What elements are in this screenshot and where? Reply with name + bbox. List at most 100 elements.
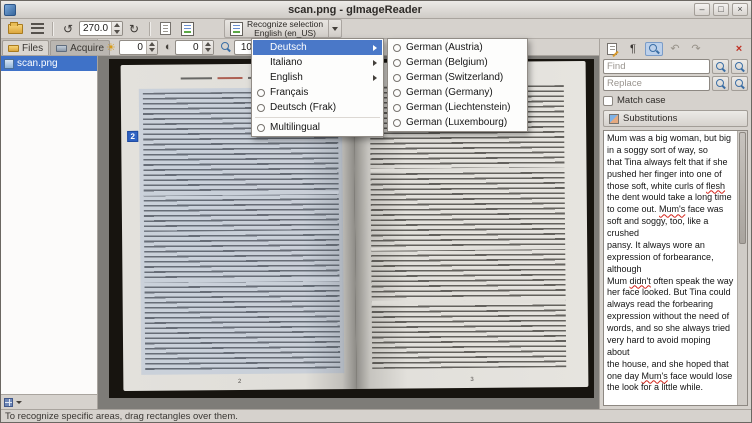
- insert-mode-button[interactable]: [603, 42, 621, 56]
- recognize-label: Recognize selection English (en_US): [247, 20, 323, 38]
- replace-all-button[interactable]: [731, 76, 748, 91]
- window-title: scan.png - gImageReader: [19, 4, 691, 16]
- open-button[interactable]: [4, 20, 26, 38]
- page-number: 3: [356, 376, 589, 384]
- ocr-output-area[interactable]: Mum was a big woman, but big in a soggy …: [603, 130, 748, 406]
- sources-pane: Files Acquire scan.png: [1, 39, 98, 409]
- scanner-icon: [56, 45, 67, 52]
- rotate-right-icon: ↻: [129, 22, 139, 36]
- contrast-control: ◐ 0: [165, 40, 214, 55]
- menu-item-label: Multilingual: [270, 122, 377, 133]
- open-folder-icon: [8, 24, 23, 34]
- menu-gutter: [393, 104, 406, 112]
- substitutions-button[interactable]: Substitutions: [603, 110, 748, 127]
- file-list[interactable]: scan.png: [1, 56, 97, 394]
- tab-files[interactable]: Files: [2, 40, 49, 55]
- brightness-stepper[interactable]: [146, 41, 157, 54]
- recognize-button[interactable]: Recognize selection English (en_US): [224, 19, 329, 38]
- brightness-control: ☀ 0: [106, 40, 158, 55]
- ocr-mode-button[interactable]: [176, 20, 198, 38]
- contrast-stepper[interactable]: [202, 41, 213, 54]
- rotate-right-button[interactable]: ↻: [123, 20, 145, 38]
- rotation-step-down[interactable]: [112, 29, 122, 36]
- region-marker[interactable]: 2: [127, 131, 138, 142]
- menu-gutter: [257, 104, 270, 112]
- replace-button[interactable]: [712, 76, 729, 91]
- brightness-icon: ☀: [106, 41, 116, 54]
- submenu-arrow-icon: [373, 60, 377, 66]
- menu-gutter: [393, 74, 406, 82]
- recognize-icon: [230, 22, 243, 36]
- add-images-icon[interactable]: [4, 398, 13, 407]
- status-bar: To recognize specific areas, drag rectan…: [1, 409, 751, 422]
- undo-button[interactable]: ↶: [666, 42, 684, 56]
- scrollbar-thumb[interactable]: [739, 132, 746, 244]
- find-input[interactable]: [603, 59, 710, 74]
- chevron-down-icon: [332, 27, 338, 31]
- insert-mode-icon: [607, 43, 617, 55]
- contrast-value: 0: [176, 41, 202, 54]
- menu-item-english[interactable]: English: [253, 70, 382, 85]
- menu-item-label: German (Germany): [406, 87, 521, 98]
- submenu-item-german-austria[interactable]: German (Austria): [389, 40, 526, 55]
- find-replace-toggle-button[interactable]: [645, 42, 663, 56]
- menu-gutter: [257, 89, 270, 97]
- recognize-language-dropdown-button[interactable]: [329, 19, 342, 38]
- submenu-item-german-liechtenstein[interactable]: German (Liechtenstein): [389, 100, 526, 115]
- output-scrollbar[interactable]: [737, 131, 747, 405]
- folder-icon: [8, 45, 19, 52]
- contrast-step-down[interactable]: [203, 47, 213, 54]
- menu-item-deutsch[interactable]: Deutsch: [253, 40, 382, 55]
- menu-item-label: German (Belgium): [406, 57, 521, 68]
- menu-item-label: English: [270, 72, 373, 83]
- radio-icon: [393, 104, 401, 112]
- menu-item-italiano[interactable]: Italiano: [253, 55, 382, 70]
- minimize-button[interactable]: –: [694, 3, 710, 16]
- app-window: scan.png - gImageReader – □ × ↺ 270.0 ↻: [0, 0, 752, 423]
- maximize-button[interactable]: □: [713, 3, 729, 16]
- rotate-left-button[interactable]: ↺: [57, 20, 79, 38]
- file-item-selected[interactable]: scan.png: [1, 56, 97, 71]
- brightness-step-down[interactable]: [147, 47, 157, 54]
- menu-item-deutsch-frak[interactable]: Deutsch (Frak): [253, 100, 382, 115]
- menu-gutter: [393, 44, 406, 52]
- down-arrow-icon: [114, 30, 120, 34]
- toolbar-separator: [149, 22, 150, 36]
- search-icon: [716, 79, 726, 89]
- ocr-text[interactable]: Mum was a big woman, but big in a soggy …: [604, 131, 736, 405]
- radio-icon: [393, 89, 401, 97]
- find-prev-button[interactable]: [712, 59, 729, 74]
- file-list-menu-button[interactable]: [16, 401, 22, 404]
- sources-tabs: Files Acquire: [1, 39, 97, 56]
- page-number: 2: [123, 378, 356, 386]
- rotation-stepper[interactable]: [111, 22, 122, 35]
- contrast-spinbox[interactable]: 0: [175, 40, 214, 55]
- match-case-checkbox[interactable]: [603, 96, 613, 106]
- submenu-item-german-luxembourg[interactable]: German (Luxembourg): [389, 115, 526, 130]
- image-controls-toggle-button[interactable]: [26, 20, 48, 38]
- redo-button[interactable]: ↷: [687, 42, 705, 56]
- submenu-item-german-germany[interactable]: German (Germany): [389, 85, 526, 100]
- app-icon: [4, 4, 16, 16]
- replace-input[interactable]: [603, 76, 710, 91]
- up-arrow-icon: [149, 42, 155, 46]
- menu-item-multilingual[interactable]: Multilingual: [253, 120, 382, 135]
- find-next-button[interactable]: [731, 59, 748, 74]
- substitutions-label: Substitutions: [623, 113, 677, 124]
- brightness-spinbox[interactable]: 0: [119, 40, 158, 55]
- close-button[interactable]: ×: [732, 3, 748, 16]
- paragraph-gap: [371, 299, 566, 304]
- german-submenu: German (Austria) German (Belgium) German…: [387, 38, 528, 132]
- titlebar[interactable]: scan.png - gImageReader – □ ×: [1, 1, 751, 19]
- main-toolbar: ↺ 270.0 ↻ Recognize selection English (e…: [1, 19, 751, 39]
- page-layout-button[interactable]: [154, 20, 176, 38]
- menu-item-francais[interactable]: Français: [253, 85, 382, 100]
- file-list-footer: [1, 394, 97, 409]
- redo-icon: ↷: [691, 44, 700, 55]
- clear-output-button[interactable]: ×: [730, 42, 748, 56]
- submenu-item-german-belgium[interactable]: German (Belgium): [389, 55, 526, 70]
- strip-linebreaks-button[interactable]: ¶: [624, 42, 642, 56]
- submenu-item-german-switzerland[interactable]: German (Switzerland): [389, 70, 526, 85]
- rotation-spinbox[interactable]: 270.0: [79, 21, 123, 36]
- submenu-arrow-icon: [373, 45, 377, 51]
